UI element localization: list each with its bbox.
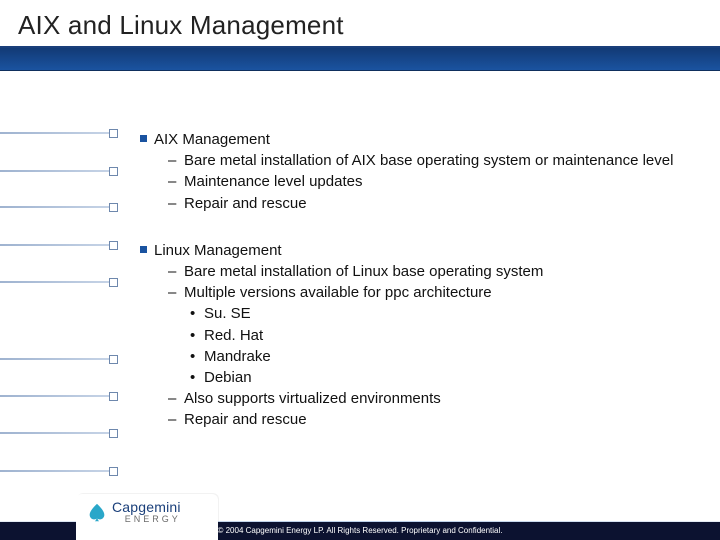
rail-line: [0, 244, 118, 246]
title-area: AIX and Linux Management: [0, 0, 720, 74]
rail-line: [0, 170, 118, 172]
section-heading-text: AIX Management: [154, 131, 270, 148]
rail-line: [0, 206, 118, 208]
section: AIX Management Bare metal installation of…: [140, 130, 680, 213]
rail-line: [0, 395, 118, 397]
band-right: [120, 48, 720, 71]
dash-item: Also supports virtualized environments: [168, 389, 680, 408]
spade-icon: [86, 502, 108, 524]
logo-sub-text: ENERGY: [112, 515, 181, 524]
dot-item: Red. Hat: [190, 326, 680, 345]
rail-endcap: [109, 467, 118, 476]
section: Linux Management Bare metal installation …: [140, 241, 680, 430]
logo-wrap: Capgemini ENERGY: [76, 494, 218, 540]
dot-item-text: Mandrake: [204, 348, 271, 365]
rail-endcap: [109, 129, 118, 138]
logo: Capgemini ENERGY: [86, 500, 181, 524]
rail-line: [0, 132, 118, 134]
dot-item-text: Red. Hat: [204, 327, 263, 344]
rail-line: [0, 432, 118, 434]
square-bullet-icon: [140, 246, 147, 253]
rail-line: [0, 281, 118, 283]
dash-item-text: Repair and rescue: [184, 195, 307, 212]
dash-item: Bare metal installation of AIX base oper…: [168, 151, 680, 170]
dash-item: Bare metal installation of Linux base op…: [168, 262, 680, 281]
rail-endcap: [109, 429, 118, 438]
rail-endcap: [109, 355, 118, 364]
dot-list: Su. SE Red. Hat Mandrake Debian: [168, 304, 680, 387]
rail-line: [0, 358, 118, 360]
dash-item-text: Bare metal installation of Linux base op…: [184, 263, 543, 280]
logo-main-text: Capgemini: [112, 500, 181, 514]
rail-line: [0, 470, 118, 472]
dash-item-text: Also supports virtualized environments: [184, 390, 441, 407]
slide: AIX and Linux Management AIX Management B…: [0, 0, 720, 540]
left-rail: [0, 70, 118, 480]
dash-item: Repair and rescue: [168, 410, 680, 429]
dot-item-text: Su. SE: [204, 305, 251, 322]
dot-item: Debian: [190, 368, 680, 387]
section-heading-text: Linux Management: [154, 242, 282, 259]
footer: © 2004 Capgemini Energy LP. All Rights R…: [0, 494, 720, 540]
section-heading: AIX Management: [140, 130, 680, 149]
dot-item: Mandrake: [190, 347, 680, 366]
rail-endcap: [109, 392, 118, 401]
section-heading: Linux Management: [140, 241, 680, 260]
rail-endcap: [109, 241, 118, 250]
dash-list: Bare metal installation of Linux base op…: [140, 262, 680, 430]
dash-item: Maintenance level updates: [168, 172, 680, 191]
rail-endcap: [109, 278, 118, 287]
slide-title: AIX and Linux Management: [18, 10, 344, 41]
square-bullet-icon: [140, 135, 147, 142]
dash-item-text: Repair and rescue: [184, 411, 307, 428]
dash-list: Bare metal installation of AIX base oper…: [140, 151, 680, 213]
dot-item-text: Debian: [204, 369, 252, 386]
band-left: [0, 48, 120, 71]
dash-item-text: Bare metal installation of AIX base oper…: [184, 152, 673, 169]
rail-endcap: [109, 167, 118, 176]
rail-endcap: [109, 203, 118, 212]
dash-item: Repair and rescue: [168, 194, 680, 213]
dash-item: Multiple versions available for ppc arch…: [168, 283, 680, 302]
dash-item-text: Maintenance level updates: [184, 173, 362, 190]
dash-item-text: Multiple versions available for ppc arch…: [184, 284, 492, 301]
content-area: AIX Management Bare metal installation of…: [140, 130, 680, 457]
dot-item: Su. SE: [190, 304, 680, 323]
logo-text: Capgemini ENERGY: [112, 500, 181, 524]
title-band: [0, 48, 720, 70]
